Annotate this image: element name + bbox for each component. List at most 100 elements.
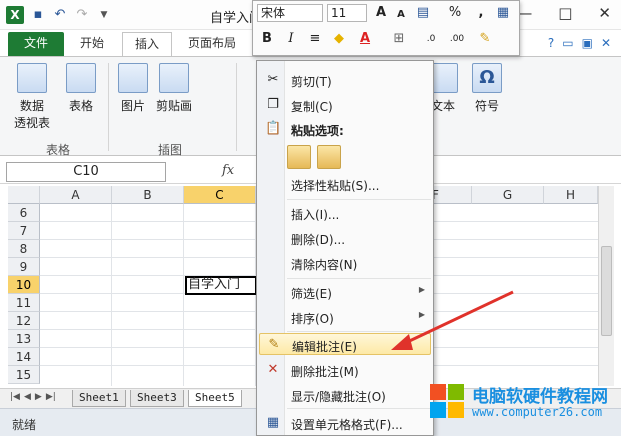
- font-name-select[interactable]: 宋体: [257, 4, 323, 22]
- menu-item-copy[interactable]: ❐ 复制(C): [259, 94, 431, 116]
- picture-icon: [118, 63, 148, 93]
- copy-icon: ❐: [267, 97, 279, 112]
- menu-item-delete-comment[interactable]: ✕ 删除批注(M): [259, 359, 431, 381]
- fx-icon[interactable]: fx: [222, 163, 234, 178]
- menu-separator: [287, 408, 431, 409]
- window-controls: — □ ✕: [517, 4, 611, 22]
- row-header[interactable]: 8: [8, 240, 40, 258]
- percent-button[interactable]: %: [447, 5, 463, 21]
- decrease-decimal-icon[interactable]: .00: [449, 31, 465, 47]
- symbol-button[interactable]: Ω 符号: [472, 63, 502, 114]
- column-header[interactable]: G: [472, 186, 544, 204]
- column-header[interactable]: A: [40, 186, 112, 204]
- table-button[interactable]: 表格: [66, 63, 96, 114]
- excel-logo-icon[interactable]: X: [6, 6, 24, 24]
- tab-file[interactable]: 文件: [8, 32, 64, 56]
- ribbon-right-icons: ? ▭ ▣ ✕: [548, 36, 611, 50]
- customize-qat-icon[interactable]: ▼: [96, 7, 112, 23]
- row-header-selected[interactable]: 10: [8, 276, 40, 294]
- minimize-window-icon[interactable]: ▭: [562, 36, 573, 50]
- row-header[interactable]: 14: [8, 348, 40, 366]
- font-size-select[interactable]: 11: [327, 4, 367, 22]
- close-button[interactable]: ✕: [598, 4, 611, 22]
- picture-label: 图片: [120, 99, 145, 113]
- menu-item-paste-special[interactable]: 选择性粘贴(S)...: [259, 173, 431, 195]
- save-icon[interactable]: ▪: [30, 7, 46, 23]
- row-header[interactable]: 9: [8, 258, 40, 276]
- clipart-icon: [159, 63, 189, 93]
- menu-item-show-hide-comment[interactable]: 显示/隐藏批注(O): [259, 384, 431, 406]
- italic-button[interactable]: I: [283, 31, 299, 47]
- help-icon[interactable]: ?: [548, 36, 554, 50]
- vertical-scrollbar[interactable]: [598, 186, 614, 386]
- clipart-button[interactable]: 剪贴画: [156, 63, 192, 114]
- column-header-selected[interactable]: C: [184, 186, 256, 204]
- row-header[interactable]: 7: [8, 222, 40, 240]
- scissors-icon: ✂: [267, 72, 279, 87]
- sheet-tab[interactable]: Sheet3: [130, 390, 184, 407]
- mini-toolbar: 宋体 11 A A ▤ % , ▦ B I ≡ ◆ A ⊞ .0 .00 ✎: [252, 0, 520, 56]
- column-header[interactable]: H: [544, 186, 598, 204]
- symbol-icon: Ω: [472, 63, 502, 93]
- comma-button[interactable]: ,: [473, 5, 489, 21]
- bold-button[interactable]: B: [259, 31, 275, 47]
- picture-button[interactable]: 图片: [118, 63, 148, 114]
- menu-item-label: 删除(D)...: [291, 233, 346, 247]
- menu-item-label: 插入(I)...: [291, 208, 340, 222]
- clipart-label: 剪贴画: [156, 99, 193, 113]
- ribbon-separator: [108, 63, 109, 151]
- menu-item-delete[interactable]: 删除(D)...: [259, 227, 431, 249]
- menu-item-cut[interactable]: ✂ 剪切(T): [259, 69, 431, 91]
- menu-separator: [287, 199, 431, 200]
- watermark: 电脑软硬件教程网 www.computer26.com: [428, 380, 621, 424]
- sheet-tab[interactable]: Sheet5: [188, 390, 242, 407]
- active-cell-c10[interactable]: 自学入门: [185, 276, 257, 295]
- accounting-format-icon[interactable]: ▤: [415, 5, 431, 21]
- last-sheet-icon[interactable]: ▶|: [46, 392, 56, 402]
- pivot-table-button[interactable]: 数据 透视表: [14, 63, 50, 131]
- shrink-font-button[interactable]: A: [393, 7, 409, 23]
- pivot-label-1: 数据: [20, 99, 45, 113]
- paste-values-icon[interactable]: [317, 145, 341, 169]
- row-header[interactable]: 12: [8, 312, 40, 330]
- redo-icon[interactable]: ↷: [74, 7, 90, 23]
- select-all-corner[interactable]: [8, 186, 40, 204]
- next-sheet-icon[interactable]: ▶: [35, 392, 42, 402]
- group-illustrations-label: 插图: [158, 143, 183, 157]
- row-header[interactable]: 15: [8, 366, 40, 384]
- sheet-tab[interactable]: Sheet1: [72, 390, 126, 407]
- annotation-arrow: [391, 290, 514, 350]
- close-workbook-icon[interactable]: ✕: [601, 36, 611, 50]
- increase-decimal-icon[interactable]: .0: [423, 31, 439, 47]
- first-sheet-icon[interactable]: |◀: [10, 392, 20, 402]
- undo-icon[interactable]: ↶: [52, 7, 68, 23]
- column-header[interactable]: B: [112, 186, 184, 204]
- quick-access-toolbar: X ▪ ↶ ↷ ▼: [6, 6, 112, 24]
- row-header[interactable]: 11: [8, 294, 40, 312]
- menu-item-format-cells[interactable]: ▦ 设置单元格格式(F)...: [259, 412, 431, 434]
- menu-item-label: 排序(O): [291, 312, 334, 326]
- borders-icon[interactable]: ⊞: [391, 31, 407, 47]
- font-color-button[interactable]: A: [357, 31, 373, 47]
- prev-sheet-icon[interactable]: ◀: [24, 392, 31, 402]
- vertical-scroll-thumb[interactable]: [601, 246, 612, 336]
- fill-color-icon[interactable]: ◆: [331, 31, 347, 47]
- align-center-icon[interactable]: ≡: [307, 31, 323, 47]
- format-cells-icon[interactable]: ▦: [495, 5, 511, 21]
- menu-item-label: 删除批注(M): [291, 365, 359, 379]
- tab-home[interactable]: 开始: [68, 32, 116, 56]
- row-header[interactable]: 6: [8, 204, 40, 222]
- row-header[interactable]: 13: [8, 330, 40, 348]
- table-label: 表格: [68, 99, 93, 113]
- menu-item-clear-contents[interactable]: 清除内容(N): [259, 252, 431, 274]
- format-painter-icon[interactable]: ✎: [477, 31, 493, 47]
- tab-insert[interactable]: 插入: [122, 32, 173, 56]
- menu-item-label: 设置单元格格式(F)...: [291, 418, 403, 432]
- paste-default-icon[interactable]: [287, 145, 311, 169]
- restore-window-icon[interactable]: ▣: [582, 36, 593, 50]
- menu-item-insert[interactable]: 插入(I)...: [259, 202, 431, 224]
- tab-page-layout[interactable]: 页面布局: [176, 32, 248, 56]
- name-box[interactable]: C10: [6, 162, 166, 182]
- restore-button[interactable]: □: [558, 4, 572, 22]
- grow-font-button[interactable]: A: [373, 5, 389, 21]
